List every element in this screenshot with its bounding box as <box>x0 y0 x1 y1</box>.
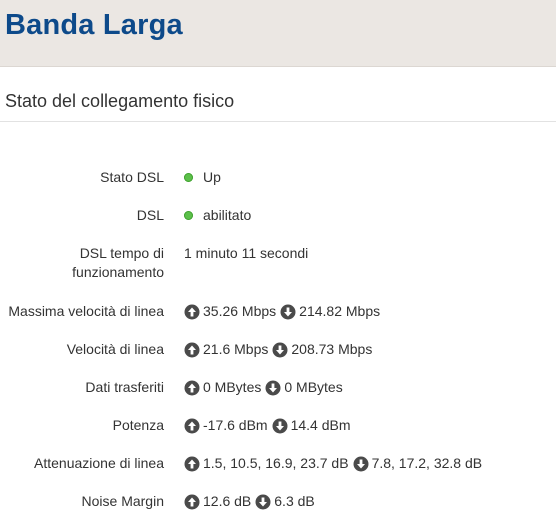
status-dot-icon <box>184 211 193 220</box>
dsl-state-value: Up <box>203 169 221 185</box>
status-dot-icon <box>184 173 193 182</box>
row-value: 1.5, 10.5, 16.9, 23.7 dB 7.8, 17.2, 32.8… <box>184 454 482 473</box>
section-title: Stato del collegamento fisico <box>5 91 235 111</box>
row-value: -17.6 dBm 14.4 dBm <box>184 416 351 435</box>
arrow-down-circle-icon <box>265 380 281 395</box>
downstream-value: 14.4 dBm <box>290 417 351 433</box>
arrow-up-circle-icon <box>184 342 200 357</box>
row-label: Dati trasferiti <box>85 379 164 395</box>
downstream-value: 6.3 dB <box>274 493 315 509</box>
row-label: Potenza <box>112 417 164 433</box>
downstream-value: 7.8, 17.2, 32.8 dB <box>371 455 483 471</box>
upstream-value: 35.26 Mbps <box>203 303 277 319</box>
row-value: 0 MBytes 0 MBytes <box>184 378 343 397</box>
arrow-up-circle-icon <box>184 304 200 319</box>
row-value: 21.6 Mbps 208.73 Mbps <box>184 340 372 359</box>
row-label: Massima velocità di linea <box>8 303 164 319</box>
arrow-up-circle-icon <box>184 494 200 509</box>
upstream-value: 21.6 Mbps <box>203 341 269 357</box>
row-label-line2: funzionamento <box>72 264 164 280</box>
row-label: Attenuazione di linea <box>34 455 164 471</box>
upstream-value: -17.6 dBm <box>203 417 268 433</box>
arrow-up-circle-icon <box>184 380 200 395</box>
uptime-value: 1 minuto 11 secondi <box>184 245 309 261</box>
downstream-value: 0 MBytes <box>284 379 343 395</box>
row-label: DSL tempo di funzionamento <box>72 244 164 282</box>
section-divider <box>0 121 556 122</box>
arrow-up-circle-icon <box>184 418 200 433</box>
arrow-down-circle-icon <box>272 418 288 433</box>
page-title: Banda Larga <box>5 9 183 41</box>
arrow-down-circle-icon <box>272 342 288 357</box>
upstream-value: 1.5, 10.5, 16.9, 23.7 dB <box>203 455 349 471</box>
upstream-value: 0 MBytes <box>203 379 262 395</box>
downstream-value: 208.73 Mbps <box>291 341 373 357</box>
row-value: Up <box>184 168 221 187</box>
row-value: abilitato <box>184 206 251 225</box>
row-label-line1: DSL tempo di <box>79 245 164 261</box>
row-value: 12.6 dB 6.3 dB <box>184 492 315 511</box>
row-label: Stato DSL <box>100 169 164 185</box>
arrow-up-circle-icon <box>184 456 200 471</box>
row-label: Noise Margin <box>81 493 164 509</box>
row-label: DSL <box>136 207 164 223</box>
row-value: 35.26 Mbps 214.82 Mbps <box>184 302 380 321</box>
dsl-value: abilitato <box>203 207 252 223</box>
arrow-down-circle-icon <box>255 494 271 509</box>
arrow-down-circle-icon <box>280 304 296 319</box>
page-header: Banda Larga <box>0 0 556 67</box>
arrow-down-circle-icon <box>353 456 369 471</box>
row-label: Velocità di linea <box>66 341 164 357</box>
upstream-value: 12.6 dB <box>203 493 252 509</box>
downstream-value: 214.82 Mbps <box>299 303 381 319</box>
